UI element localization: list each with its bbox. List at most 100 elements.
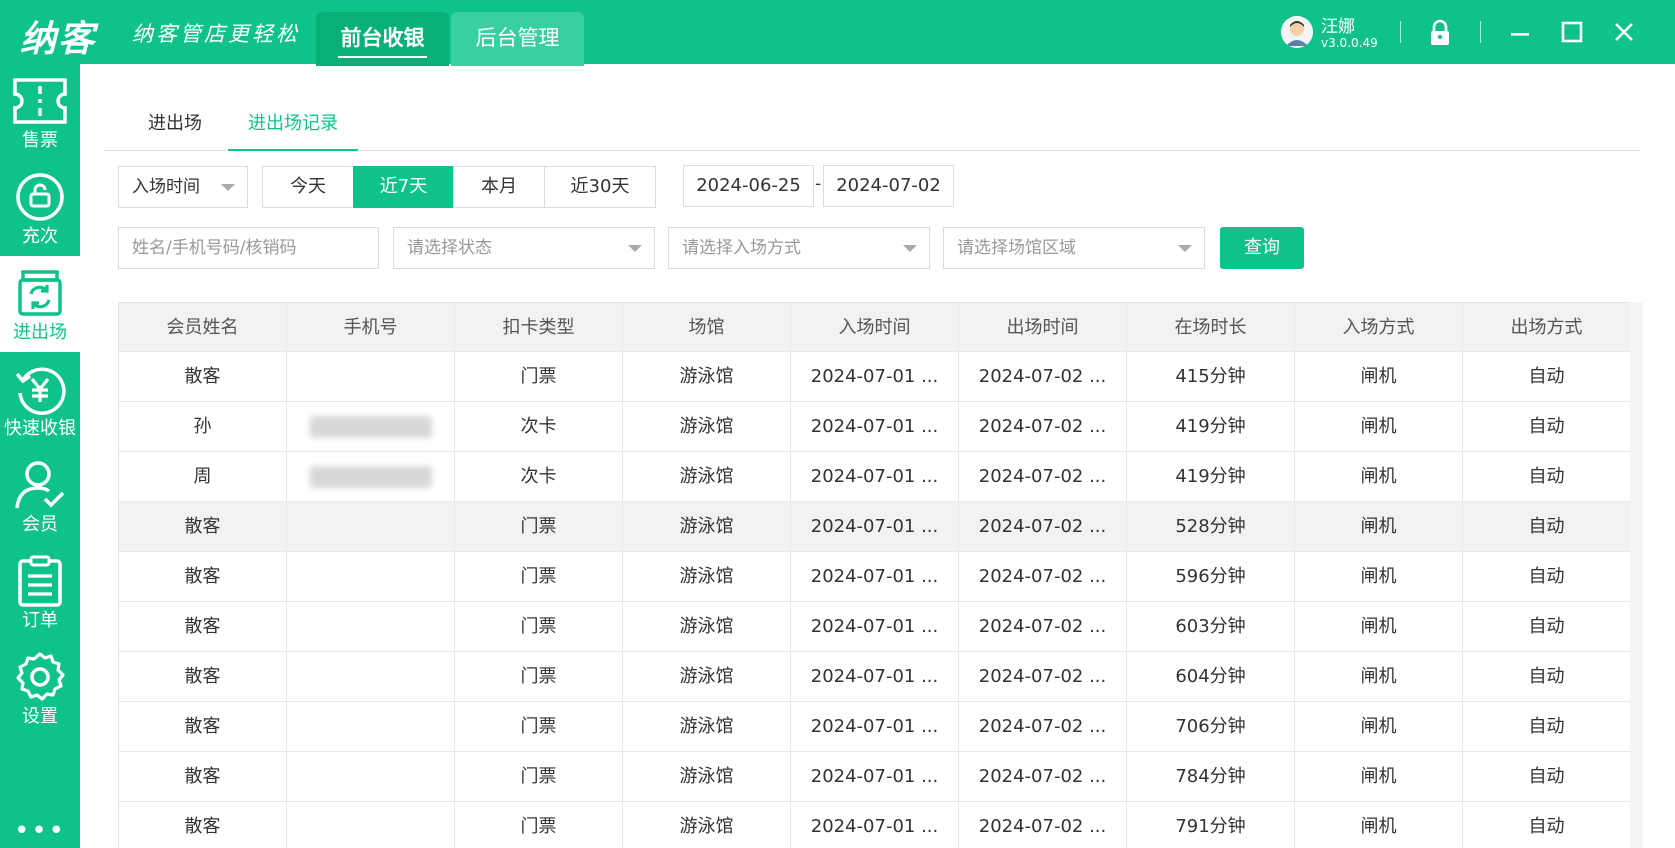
column-header[interactable]: 入场时间	[791, 303, 959, 352]
status-select[interactable]: 请选择状态	[393, 227, 655, 269]
sidebar-item-entry-exit[interactable]: 进出场	[0, 256, 80, 352]
table-row[interactable]: 散客 门票 游泳馆 2024-07-01 ... 2024-07-02 ... 415分钟…	[119, 352, 1643, 402]
entry-exit-icon	[18, 270, 62, 316]
cell-duration: 596分钟	[1127, 552, 1295, 601]
tab-entry-exit-records[interactable]: 进出场记录	[228, 102, 358, 151]
close-icon[interactable]	[1608, 16, 1640, 48]
cell-exit-method: 自动	[1463, 702, 1631, 751]
active-tab-underline	[338, 56, 427, 58]
cell-phone	[287, 552, 455, 601]
cell-venue: 游泳馆	[623, 602, 791, 651]
cell-card-type: 门票	[455, 652, 623, 701]
sidebar-item-label: 进出场	[13, 322, 67, 343]
status-placeholder: 请选择状态	[407, 238, 492, 258]
cell-duration: 415分钟	[1127, 352, 1295, 401]
maximize-icon[interactable]	[1556, 16, 1588, 48]
column-header[interactable]: 扣卡类型	[455, 303, 623, 352]
sidebar-item-recharge[interactable]: 充次	[0, 160, 80, 256]
column-header[interactable]: 出场方式	[1463, 303, 1631, 352]
recharge-icon	[16, 173, 64, 221]
table-row[interactable]: 孙 次卡 游泳馆 2024-07-01 ... 2024-07-02 ... 419分钟闸…	[119, 402, 1643, 452]
column-header[interactable]: 会员姓名	[119, 303, 287, 352]
tab-entry-exit[interactable]: 进出场	[120, 102, 230, 151]
range-7days-button[interactable]: 近7天	[353, 166, 454, 208]
sidebar-item-ticket[interactable]: 售票	[0, 64, 80, 160]
cell-card-type: 门票	[455, 702, 623, 751]
entry-method-select[interactable]: 请选择入场方式	[668, 227, 930, 269]
scrollbar[interactable]	[1630, 302, 1643, 848]
cell-exit-method: 自动	[1463, 452, 1631, 501]
table-row[interactable]: 散客 门票 游泳馆 2024-07-01 ... 2024-07-02 ... 784分钟…	[119, 752, 1643, 802]
sidebar-item-settings[interactable]: 设置	[0, 640, 80, 736]
table-row[interactable]: 散客 门票 游泳馆 2024-07-01 ... 2024-07-02 ... 604分钟…	[119, 652, 1643, 702]
sidebar-item-member[interactable]: 会员	[0, 448, 80, 544]
time-type-select[interactable]: 入场时间	[118, 166, 248, 208]
cell-duration: 706分钟	[1127, 702, 1295, 751]
cell-duration: 528分钟	[1127, 502, 1295, 551]
area-select[interactable]: 请选择场馆区域	[943, 227, 1205, 269]
chevron-down-icon	[903, 245, 917, 252]
sidebar-item-label: 售票	[22, 130, 58, 151]
lock-icon[interactable]	[1424, 16, 1456, 48]
cell-entry-method: 闸机	[1295, 602, 1463, 651]
cell-entry-method: 闸机	[1295, 752, 1463, 801]
search-input[interactable]: 姓名/手机号码/核销码	[118, 227, 379, 269]
table-header: 会员姓名 手机号 扣卡类型 场馆 入场时间 出场时间 在场时长 入场方式 出场方…	[119, 302, 1643, 352]
sidebar-item-label: 充次	[22, 226, 58, 247]
cell-exit-method: 自动	[1463, 752, 1631, 801]
end-date-input[interactable]: 2024-07-02	[823, 165, 954, 207]
cell-name: 散客	[119, 652, 287, 701]
top-bar: 纳客 纳客管店更轻松 前台收银 后台管理 汪娜 v3.0.0.49	[0, 0, 1675, 66]
cell-phone	[287, 452, 455, 501]
range-month-button[interactable]: 本月	[453, 166, 545, 208]
query-button[interactable]: 查询	[1220, 227, 1304, 269]
records-table: 会员姓名 手机号 扣卡类型 场馆 入场时间 出场时间 在场时长 入场方式 出场方…	[118, 302, 1643, 848]
table-row[interactable]: 散客 门票 游泳馆 2024-07-01 ... 2024-07-02 ... 791分钟…	[119, 802, 1643, 848]
chevron-down-icon	[221, 184, 235, 191]
cell-exit-method: 自动	[1463, 552, 1631, 601]
cell-exit-time: 2024-07-02 ...	[959, 652, 1127, 701]
table-row[interactable]: 周 次卡 游泳馆 2024-07-01 ... 2024-07-02 ... 419分钟闸…	[119, 452, 1643, 502]
tab-front-cashier[interactable]: 前台收银	[316, 12, 449, 66]
sidebar-item-order[interactable]: 订单	[0, 544, 80, 640]
table-row[interactable]: 散客 门票 游泳馆 2024-07-01 ... 2024-07-02 ... 528分钟…	[119, 502, 1643, 552]
cell-phone	[287, 802, 455, 848]
column-header[interactable]: 入场方式	[1295, 303, 1463, 352]
cell-name: 散客	[119, 502, 287, 551]
cell-name: 散客	[119, 602, 287, 651]
cell-card-type: 门票	[455, 552, 623, 601]
table-row[interactable]: 散客 门票 游泳馆 2024-07-01 ... 2024-07-02 ... 706分钟…	[119, 702, 1643, 752]
column-header[interactable]: 在场时长	[1127, 303, 1295, 352]
avatar[interactable]	[1281, 16, 1313, 48]
column-header[interactable]: 手机号	[287, 303, 455, 352]
cell-venue: 游泳馆	[623, 752, 791, 801]
start-date-input[interactable]: 2024-06-25	[683, 165, 814, 207]
cell-entry-method: 闸机	[1295, 802, 1463, 848]
yen-cashier-icon	[15, 367, 66, 415]
user-name: 汪娜	[1321, 17, 1355, 37]
cell-venue: 游泳馆	[623, 652, 791, 701]
table-body: 散客 门票 游泳馆 2024-07-01 ... 2024-07-02 ... 415分钟…	[119, 352, 1643, 848]
cell-exit-time: 2024-07-02 ...	[959, 352, 1127, 401]
minimize-icon[interactable]	[1504, 16, 1536, 48]
range-today-button[interactable]: 今天	[262, 166, 354, 208]
cell-venue: 游泳馆	[623, 352, 791, 401]
area-placeholder: 请选择场馆区域	[957, 238, 1076, 258]
column-header[interactable]: 出场时间	[959, 303, 1127, 352]
column-header[interactable]: 场馆	[623, 303, 791, 352]
cell-entry-time: 2024-07-01 ...	[791, 802, 959, 848]
tab-label: 后台管理	[475, 26, 560, 50]
table-row[interactable]: 散客 门票 游泳馆 2024-07-01 ... 2024-07-02 ... 603分钟…	[119, 602, 1643, 652]
app-version: v3.0.0.49	[1321, 36, 1378, 50]
date-separator: -	[815, 174, 822, 194]
more-icon[interactable]: •••	[0, 816, 80, 846]
sidebar-item-quick-cashier[interactable]: 快速收银	[0, 352, 80, 448]
tab-back-admin[interactable]: 后台管理	[451, 12, 584, 66]
cell-name: 散客	[119, 752, 287, 801]
entry-method-placeholder: 请选择入场方式	[682, 238, 801, 258]
order-icon	[18, 555, 62, 607]
range-30days-button[interactable]: 近30天	[544, 166, 656, 208]
sidebar-item-label: 设置	[22, 706, 58, 727]
table-row[interactable]: 散客 门票 游泳馆 2024-07-01 ... 2024-07-02 ... 596分钟…	[119, 552, 1643, 602]
cell-exit-time: 2024-07-02 ...	[959, 552, 1127, 601]
